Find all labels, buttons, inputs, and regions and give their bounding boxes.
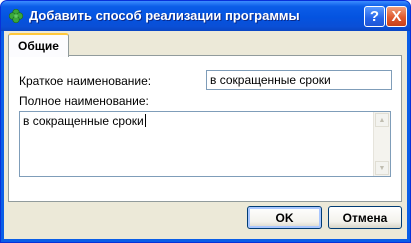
short-name-input[interactable]: в сокращенные сроки: [206, 70, 392, 90]
scroll-down-icon[interactable]: ▼: [375, 161, 389, 175]
dialog-body: Общие Краткое наименование: в сокращенны…: [4, 31, 407, 239]
cancel-button-label: Отмена: [342, 210, 388, 225]
textarea-scrollbar[interactable]: ▲ ▼: [373, 112, 390, 176]
ok-button-label: OK: [275, 210, 294, 225]
title-bar[interactable]: Добавить способ реализации программы ? X: [1, 1, 410, 31]
full-name-value: в сокращенные сроки: [23, 114, 144, 128]
help-button[interactable]: ?: [364, 6, 385, 27]
full-name-label: Полное наименование:: [19, 94, 149, 108]
close-button[interactable]: X: [386, 6, 407, 27]
cancel-button[interactable]: Отмена: [328, 206, 402, 229]
ok-button[interactable]: OK: [247, 206, 322, 229]
short-name-value: в сокращенные сроки: [210, 73, 331, 87]
scroll-up-icon[interactable]: ▲: [375, 113, 389, 127]
close-icon: X: [391, 8, 402, 25]
help-icon: ?: [369, 8, 380, 25]
dialog-window: Добавить способ реализации программы ? X…: [0, 0, 411, 243]
short-name-label: Краткое наименование:: [19, 74, 152, 88]
text-caret: [144, 114, 146, 127]
window-title: Добавить способ реализации программы: [29, 8, 300, 23]
tab-label: Общие: [18, 39, 59, 53]
tab-general[interactable]: Общие: [8, 33, 69, 57]
full-name-textarea[interactable]: в сокращенные сроки ▲ ▼: [19, 111, 391, 177]
clover-icon: [8, 8, 24, 24]
